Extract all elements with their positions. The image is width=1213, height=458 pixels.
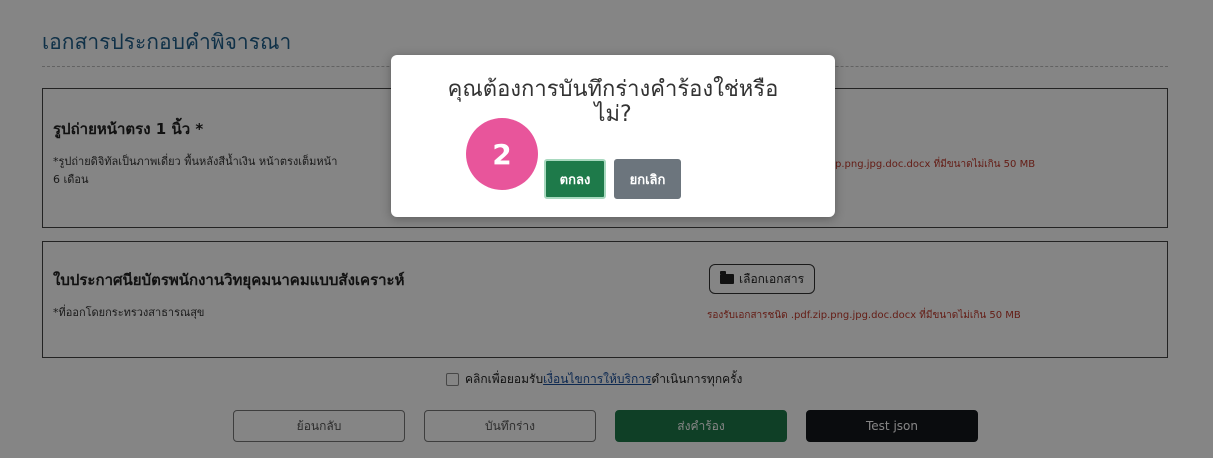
dialog-title-line: ไม่?: [594, 102, 632, 127]
cancel-button[interactable]: ยกเลิก: [614, 159, 681, 199]
step-number-badge: 2: [466, 118, 538, 190]
dialog-title-line: คุณต้องการบันทึกร่างคำร้องใช่หรือ: [447, 77, 779, 102]
confirm-ok-button[interactable]: ตกลง: [544, 159, 606, 199]
confirm-dialog: คุณต้องการบันทึกร่างคำร้องใช่หรือ ไม่? 2…: [391, 55, 835, 217]
dialog-title: คุณต้องการบันทึกร่างคำร้องใช่หรือ ไม่?: [391, 77, 835, 127]
